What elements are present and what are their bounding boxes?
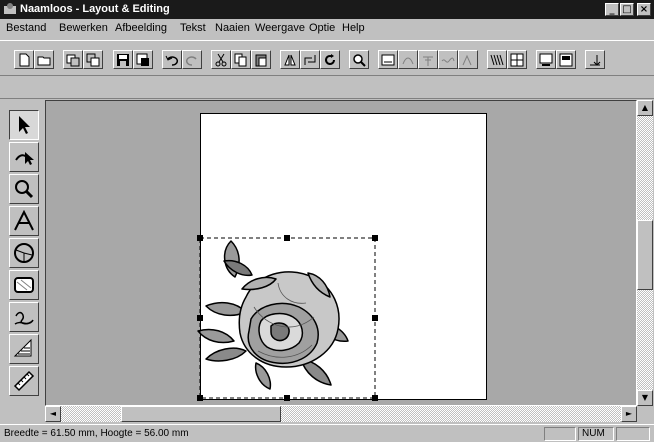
dimensions-status: Breedte = 61.50 mm, Hoogte = 56.00 mm: [4, 428, 189, 439]
maximize-button[interactable]: □: [620, 3, 634, 16]
import-icon[interactable]: [63, 50, 83, 69]
status-panel-empty: [544, 427, 576, 441]
window-title: Naamloos - Layout & Editing: [20, 3, 170, 15]
horizontal-scroll-thumb[interactable]: [121, 406, 281, 422]
stitch-fill-icon[interactable]: [487, 50, 507, 69]
title-bar: Naamloos - Layout & Editing _ □ ×: [0, 0, 654, 19]
menu-bar: Bestand Bewerken Afbeelding Tekst Naaien…: [0, 20, 654, 37]
card-icon[interactable]: [556, 50, 576, 69]
status-bar: Breedte = 61.50 mm, Hoogte = 56.00 mm NU…: [0, 424, 654, 442]
monitor-icon[interactable]: [536, 50, 556, 69]
circle-tool-icon[interactable]: [9, 238, 39, 268]
menu-naaien[interactable]: Naaien: [215, 22, 250, 34]
measure-tool-icon[interactable]: [9, 366, 39, 396]
preview-icon[interactable]: [349, 50, 369, 69]
stitch-pattern-icon[interactable]: [507, 50, 527, 69]
minimize-button[interactable]: _: [605, 3, 619, 16]
scroll-corner: [637, 406, 653, 422]
scroll-down-button[interactable]: ▼: [637, 390, 653, 406]
new-file-icon[interactable]: [14, 50, 34, 69]
open-file-icon[interactable]: [34, 50, 54, 69]
design-canvas[interactable]: [45, 100, 637, 406]
mirror-icon[interactable]: [280, 50, 300, 69]
menu-optie[interactable]: Optie: [309, 22, 335, 34]
save-icon[interactable]: [113, 50, 133, 69]
menu-tekst[interactable]: Tekst: [180, 22, 206, 34]
line-tool-icon[interactable]: [9, 302, 39, 332]
rotate-icon[interactable]: [300, 50, 320, 69]
paste-icon[interactable]: [251, 50, 271, 69]
sew-icon[interactable]: [585, 50, 605, 69]
refresh-icon[interactable]: [320, 50, 340, 69]
scroll-left-button[interactable]: ◄: [45, 406, 61, 422]
import-2-icon[interactable]: [83, 50, 103, 69]
text-abc-icon[interactable]: [378, 50, 398, 69]
app-icon: [3, 2, 17, 16]
stitch-tool-icon[interactable]: [9, 334, 39, 364]
status-panel-extra: [616, 427, 650, 441]
vertical-scroll-thumb[interactable]: [637, 220, 653, 290]
scroll-right-button[interactable]: ►: [621, 406, 637, 422]
text-wave-icon[interactable]: [438, 50, 458, 69]
undo-icon[interactable]: [162, 50, 182, 69]
num-lock-indicator: NUM: [578, 427, 614, 441]
toolbar: [0, 40, 654, 76]
zoom-icon[interactable]: [9, 174, 39, 204]
secondary-toolbar: [0, 77, 654, 99]
vertical-scrollbar[interactable]: ▲ ▼: [637, 100, 653, 406]
redo-icon[interactable]: [182, 50, 202, 69]
close-button[interactable]: ×: [637, 3, 651, 16]
rose-embroidery-design[interactable]: [46, 101, 637, 406]
menu-bestand[interactable]: Bestand: [6, 22, 46, 34]
select-arrow-icon[interactable]: [9, 110, 39, 140]
menu-afbeelding[interactable]: Afbeelding: [115, 22, 167, 34]
text-abc2-icon[interactable]: [458, 50, 478, 69]
menu-help[interactable]: Help: [342, 22, 365, 34]
menu-weergave[interactable]: Weergave: [255, 22, 305, 34]
text-tool-icon[interactable]: [9, 206, 39, 236]
rectangle-tool-icon[interactable]: [9, 270, 39, 300]
menu-bewerken[interactable]: Bewerken: [59, 22, 108, 34]
cut-icon[interactable]: [211, 50, 231, 69]
text-effect-icon[interactable]: [398, 50, 418, 69]
copy-icon[interactable]: [231, 50, 251, 69]
tool-palette: [4, 102, 42, 422]
scroll-up-button[interactable]: ▲: [637, 100, 653, 116]
save-as-icon[interactable]: [133, 50, 153, 69]
point-edit-icon[interactable]: [9, 142, 39, 172]
horizontal-scrollbar[interactable]: ◄ ►: [45, 406, 637, 422]
text-path-icon[interactable]: [418, 50, 438, 69]
